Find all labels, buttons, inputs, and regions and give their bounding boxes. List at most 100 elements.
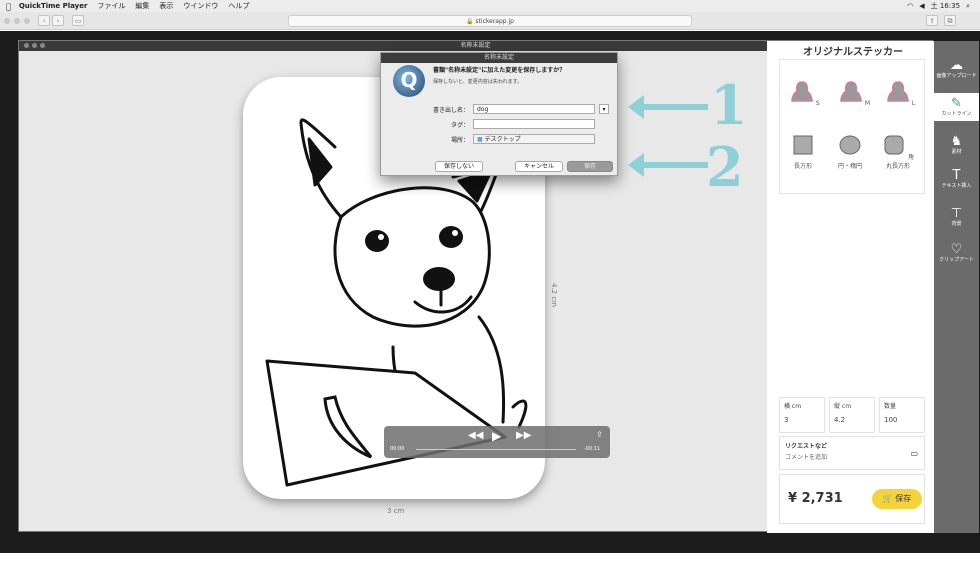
size-m-option[interactable]: M [839,80,870,107]
back-button[interactable]: ‹ [38,15,50,26]
pencil-icon: ✎ [951,96,962,111]
save-button[interactable]: 保存 [567,161,613,172]
volume-icon[interactable]: ◀ [919,2,924,10]
fast-forward-icon[interactable]: ▶▶ [516,430,531,441]
quicktime-logo-icon: Q [393,65,425,97]
shape-rectangle-label: 長方形 [793,163,812,170]
share-button[interactable]: ⇪ [926,15,938,26]
height-field[interactable]: 縦 cm 4.2 [829,397,875,433]
heart-icon: ♡ [950,242,963,257]
save-cart-button[interactable]: 🛒 保存 [872,489,922,509]
search-icon[interactable]: ⌕ [966,2,970,11]
request-subtitle: コメントを追加 [785,454,828,461]
tool-text-label: テキスト挿入 [941,183,972,189]
shape-rectangle-option[interactable]: 長方形 [788,134,818,170]
cloud-upload-icon: ☁ [950,58,963,73]
price-box: ¥ 2,731 🛒 保存 [779,474,925,524]
quantity-label: 数量 [884,403,897,410]
sidebar-toggle-button[interactable]: ▭ [72,15,84,26]
tabs-button[interactable]: ⧉ [944,15,956,26]
quantity-value: 100 [884,416,898,424]
annotation-arrow-2 [628,153,708,177]
dialog-titlebar: 名称未設定 [381,53,617,63]
shape-rounded-option[interactable]: 角丸長方形 [880,134,916,170]
menu-app-name[interactable]: QuickTime Player [19,2,88,10]
apple-icon[interactable]:  [6,2,11,11]
tool-material[interactable]: ♞ 素材 [934,134,979,156]
ellipse-icon [839,135,861,155]
location-label: 場所： [450,137,469,144]
person-icon [840,81,862,102]
tool-background[interactable]: ⊤ 背景 [934,207,979,228]
shape-rounded-label: 角丸長方形 [885,154,914,170]
tool-cutline-label: カットライン [941,111,972,117]
height-dimension-label: 4.2 cm [550,283,558,308]
minimize-dot[interactable] [32,43,37,48]
url-bar[interactable]: 🔒 stickerapp.jp [288,15,692,27]
export-name-label: 書き出し名： [432,107,469,114]
window-title: 名称未設定 [460,42,491,49]
menu-help[interactable]: ヘルプ [228,1,249,11]
export-name-input[interactable]: dog [473,104,595,114]
menu-view[interactable]: 表示 [159,1,173,11]
width-label: 横 cm [784,403,802,410]
width-dimension-label: 3 cm [387,507,405,515]
dialog-submessage: 保存しないと、変更内容は失われます。 [433,79,523,85]
bottom-strip [0,553,980,583]
save-cart-label: 保存 [895,494,912,503]
menu-bar:  QuickTime Player ファイル 編集 表示 ウインドウ ヘルプ … [0,0,980,12]
share-icon[interactable]: ⇪ [596,430,603,439]
menu-file[interactable]: ファイル [97,1,125,11]
clock[interactable]: 土 16:35 [931,1,960,11]
size-shape-card: S M L 長方形 円・楕円 角丸長方形 [779,59,925,194]
comment-icon: ▭ [910,449,918,458]
width-field[interactable]: 横 cm 3 [779,397,825,433]
wifi-icon[interactable]: ◠ [907,2,913,10]
play-icon[interactable]: ▶ [492,429,501,443]
tool-text[interactable]: T テキスト挿入 [934,169,979,190]
size-l-option[interactable]: L [886,80,915,107]
tool-cutline[interactable]: ✎ カットライン [934,93,979,121]
quantity-field[interactable]: 数量 100 [879,397,925,433]
tool-image-upload[interactable]: ☁ 画像アップロード [934,58,979,80]
person-icon [887,81,909,102]
rounded-rectangle-icon [884,135,904,155]
menu-window[interactable]: ウインドウ [183,1,218,11]
options-panel: オリジナルステッカー S M L 長方形 円・楕円 角丸長方形 横 cm 3 縦… [767,41,934,533]
zoom-dot[interactable] [40,43,45,48]
shape-circle-option[interactable]: 円・楕円 [832,134,868,170]
price-value: ¥ 2,731 [788,491,843,506]
expand-chevron-button[interactable]: ▾ [599,104,609,114]
zoom-dot[interactable] [24,18,30,24]
shape-circle-label: 円・楕円 [837,163,862,170]
request-comment-row[interactable]: リクエストなど コメントを追加 ▭ [779,436,925,470]
minimize-dot[interactable] [14,18,20,24]
cart-icon: 🛒 [882,494,893,503]
lock-icon: 🔒 [466,18,474,25]
height-value: 4.2 [834,416,846,424]
scrubber-track[interactable] [416,449,576,450]
close-dot[interactable] [4,18,10,24]
menu-edit[interactable]: 編集 [135,1,149,11]
forward-button[interactable]: › [52,15,64,26]
height-label: 縦 cm [834,403,852,410]
close-dot[interactable] [24,43,29,48]
annotation-arrow-1 [628,95,708,119]
person-icon [791,81,813,102]
tool-material-label: 素材 [951,149,962,155]
location-select[interactable]: ■ デスクトップ [473,134,595,144]
size-m-label: M [864,100,871,107]
dialog-title: 名称未設定 [483,54,514,61]
playback-controls: ◀◀ ▶ ▶▶ ⇪ 00:00 -00:11 [384,426,610,458]
cancel-button[interactable]: キャンセル [515,161,563,172]
tool-clipart[interactable]: ♡ クリップアート [934,242,979,264]
dog-icon: ♞ [950,134,963,149]
dont-save-button[interactable]: 保存しない [435,161,483,172]
size-s-label: S [815,100,820,107]
tag-input[interactable] [473,119,595,129]
tool-clipart-label: クリップアート [939,257,974,263]
size-s-option[interactable]: S [790,80,820,107]
annotation-number-1: 1 [710,73,748,137]
size-l-label: L [911,100,916,107]
rewind-icon[interactable]: ◀◀ [468,430,483,441]
